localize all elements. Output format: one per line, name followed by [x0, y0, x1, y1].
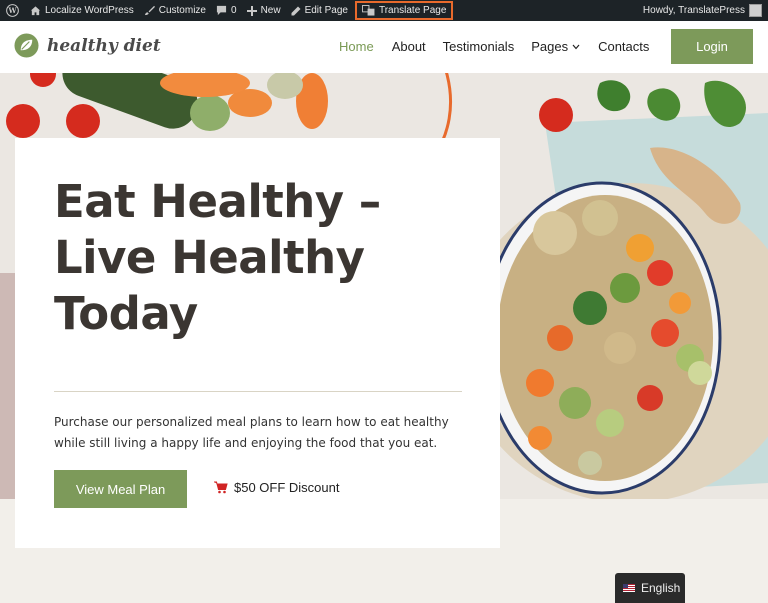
svg-text:W: W [7, 6, 17, 15]
chevron-down-icon [572, 44, 580, 49]
hero-description: Purchase our personalized meal plans to … [54, 415, 449, 450]
edit-page-label: Edit Page [304, 5, 348, 16]
new-label: New [260, 5, 281, 16]
discount-link[interactable]: $50 OFF Discount [214, 480, 340, 495]
language-label: English [641, 581, 681, 595]
admin-bar: W Localize WordPress Customize 0 New Edi… [0, 0, 768, 21]
site-header: healthy diet Home About Testimonials Pag… [0, 21, 768, 73]
brush-icon [144, 5, 155, 16]
user-account-menu[interactable]: Howdy, TranslatePress [638, 0, 768, 21]
nav-contacts[interactable]: Contacts [598, 39, 649, 54]
translate-icon [362, 5, 375, 16]
customize-link[interactable]: Customize [139, 0, 211, 21]
site-name-label: Localize WordPress [45, 5, 134, 16]
hero-title: Eat Healthy – Live Healthy Today [54, 174, 454, 342]
comment-icon [216, 5, 227, 16]
customize-label: Customize [158, 5, 206, 16]
main-navigation: Home About Testimonials Pages Contacts [339, 39, 649, 54]
nav-about[interactable]: About [392, 39, 426, 54]
pencil-icon [291, 6, 301, 15]
logo-text: healthy diet [47, 35, 161, 56]
edit-page-link[interactable]: Edit Page [286, 0, 353, 21]
new-content-link[interactable]: New [242, 0, 286, 21]
nav-home[interactable]: Home [339, 39, 374, 54]
hero-title-line-3: Today [54, 287, 198, 340]
flag-icon [623, 584, 635, 592]
comments-link[interactable]: 0 [211, 0, 242, 21]
site-logo[interactable]: healthy diet [14, 33, 161, 58]
translate-page-label: Translate Page [378, 5, 447, 16]
howdy-label: Howdy, TranslatePress [642, 5, 745, 16]
avatar-icon [749, 4, 762, 17]
nav-testimonials[interactable]: Testimonials [443, 39, 515, 54]
wordpress-menu[interactable]: W [0, 0, 25, 21]
comments-count: 0 [231, 5, 237, 16]
language-switcher[interactable]: English [615, 573, 685, 603]
site-name-link[interactable]: Localize WordPress [25, 0, 139, 21]
home-icon [30, 6, 41, 16]
nav-pages[interactable]: Pages [531, 39, 580, 54]
wordpress-icon: W [6, 4, 19, 17]
leaf-logo-icon [14, 33, 39, 58]
view-meal-plan-button[interactable]: View Meal Plan [54, 470, 187, 508]
hero-divider [54, 391, 462, 392]
login-button[interactable]: Login [671, 29, 753, 64]
nav-pages-label: Pages [531, 39, 569, 54]
plus-icon [246, 5, 257, 16]
cart-icon [214, 481, 228, 494]
hero-title-line-2: Live Healthy [54, 231, 365, 284]
discount-label: $50 OFF Discount [234, 480, 340, 495]
translate-page-link[interactable]: Translate Page [354, 1, 454, 20]
hero-title-line-1: Eat Healthy – [54, 175, 381, 228]
